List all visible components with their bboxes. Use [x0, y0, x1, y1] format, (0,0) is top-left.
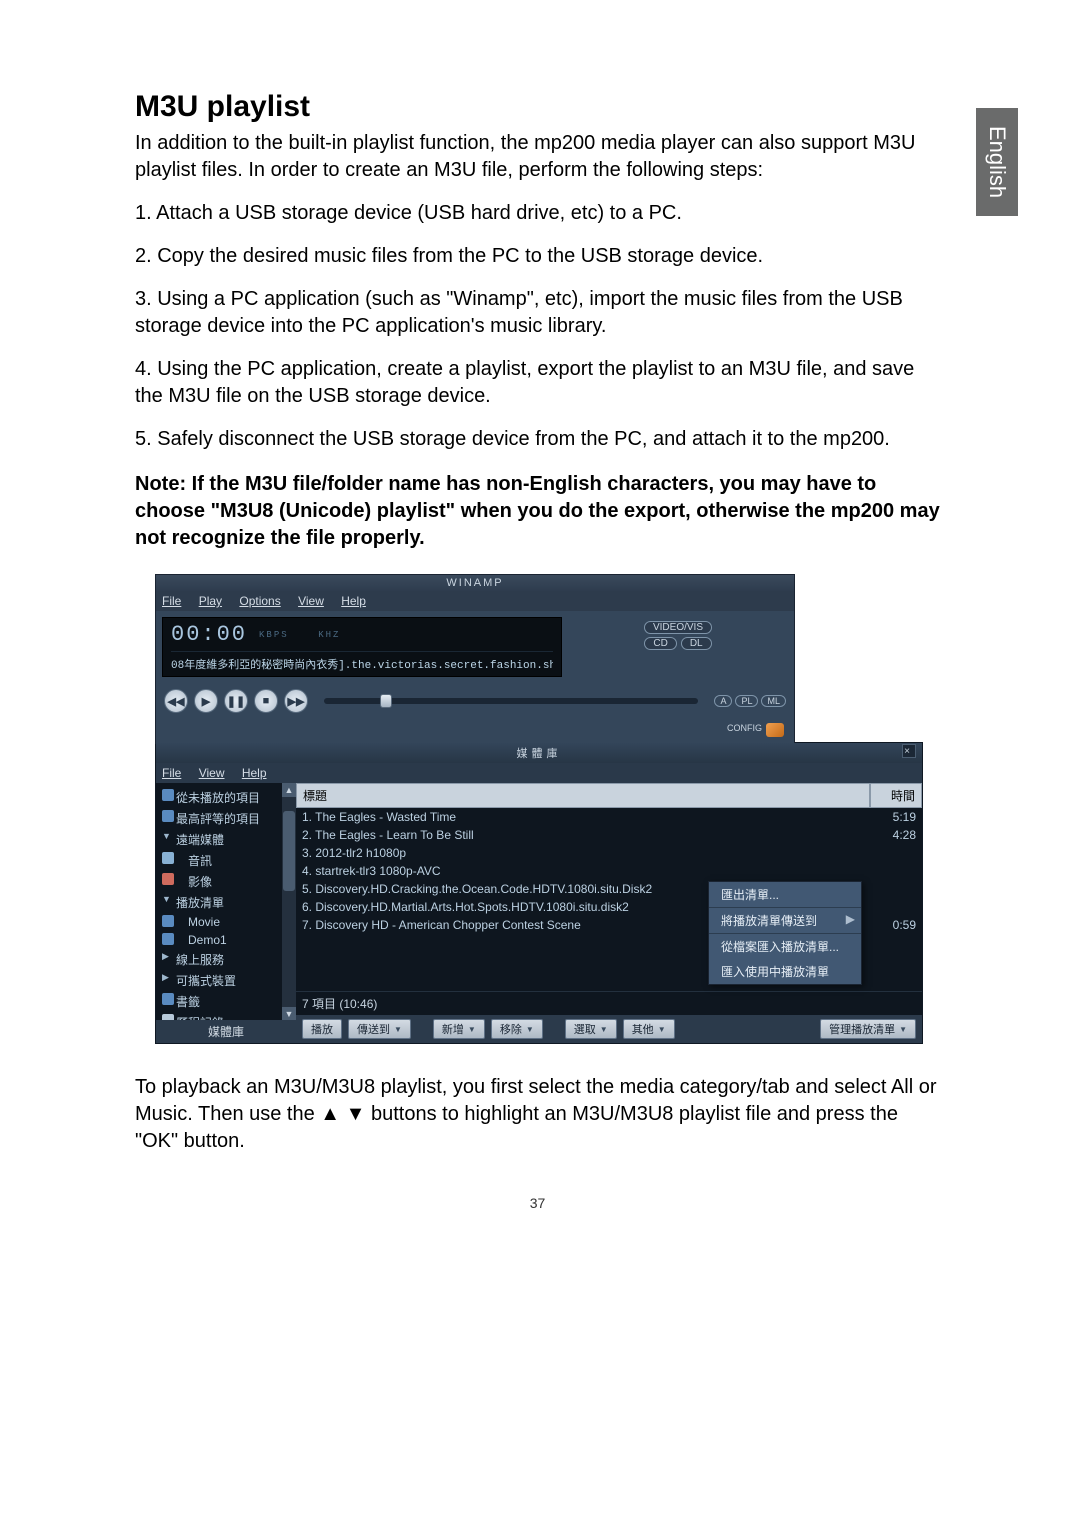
play-button[interactable]: ▶ — [194, 689, 218, 713]
tree-item: 書籤 — [158, 991, 294, 1012]
step-4: 4. Using the PC application, create a pl… — [135, 356, 940, 410]
winamp-time: 00:00 — [171, 622, 247, 647]
context-menu[interactable]: 匯出清單... 將播放清單傳送到▶ 從檔案匯入播放清單... 匯入使用中播放清單 — [708, 881, 862, 985]
tb-select[interactable]: 選取▼ — [565, 1019, 617, 1039]
tree-item: Movie — [158, 913, 294, 931]
config-label[interactable]: CONFIG — [727, 723, 762, 737]
scroll-down-icon[interactable]: ▼ — [282, 1007, 296, 1021]
list-item: 4. startrek-tlr3 1080p-AVC — [296, 862, 922, 880]
prev-button[interactable]: ◀◀ — [164, 689, 188, 713]
seek-handle[interactable] — [380, 694, 392, 708]
intro-text: In addition to the built-in playlist fun… — [135, 130, 940, 184]
winamp-main-window: WINAMP File Play Options View Help 00:00… — [155, 574, 795, 744]
step-5: 5. Safely disconnect the USB storage dev… — [135, 426, 940, 453]
dl-button[interactable]: DL — [681, 637, 712, 650]
scroll-thumb[interactable] — [283, 811, 295, 891]
library-toolbar: 播放 傳送到▼ 新增▼ 移除▼ 選取▼ 其他▼ 管理播放清單▼ — [296, 1015, 922, 1043]
lib-menu-view[interactable]: View — [199, 766, 225, 780]
tree-item: 影像 — [158, 871, 294, 892]
list-item: 1. The Eagles - Wasted Time5:19 — [296, 808, 922, 826]
page-number: 37 — [135, 1195, 940, 1211]
list-header: 標題 時間 — [296, 783, 922, 808]
tree-item: Demo1 — [158, 931, 294, 949]
page-title: M3U playlist — [135, 90, 940, 124]
next-button[interactable]: ▶▶ — [284, 689, 308, 713]
lib-menu-file[interactable]: File — [162, 766, 181, 780]
menu-help[interactable]: Help — [341, 594, 366, 608]
kbps-label: KBPS — [259, 630, 289, 640]
step-1: 1. Attach a USB storage device (USB hard… — [135, 200, 940, 227]
winamp-screenshot: WINAMP File Play Options View Help 00:00… — [155, 574, 920, 1044]
tb-play[interactable]: 播放 — [302, 1019, 342, 1039]
tree-item: 音訊 — [158, 850, 294, 871]
menu-play[interactable]: Play — [199, 594, 222, 608]
pl-button[interactable]: PL — [735, 695, 758, 707]
tb-new[interactable]: 新增▼ — [433, 1019, 485, 1039]
col-time[interactable]: 時間 — [870, 783, 922, 808]
skin-icon[interactable] — [766, 723, 784, 737]
step-2: 2. Copy the desired music files from the… — [135, 243, 940, 270]
close-icon[interactable]: × — [902, 744, 916, 758]
step-3: 3. Using a PC application (such as "Wina… — [135, 286, 940, 340]
tree-footer: 媒體庫 — [156, 1020, 296, 1043]
khz-label: KHZ — [318, 630, 340, 640]
tb-misc[interactable]: 其他▼ — [623, 1019, 675, 1039]
a-button[interactable]: A — [714, 695, 732, 707]
ml-button[interactable]: ML — [761, 695, 786, 707]
cd-button[interactable]: CD — [644, 637, 676, 650]
winamp-menubar: File Play Options View Help — [156, 591, 794, 611]
track-marquee: 08年度維多利亞的秘密時尚內衣秀].the.victorias.secret.f… — [171, 651, 553, 672]
col-title[interactable]: 標題 — [296, 783, 870, 808]
stop-button[interactable]: ■ — [254, 689, 278, 713]
media-library-window: 媒體庫 × File View Help 從未播放的項目 最高評等的項目 遠端媒… — [155, 742, 923, 1044]
seek-bar[interactable] — [324, 698, 698, 704]
winamp-titlebar[interactable]: WINAMP — [156, 575, 794, 591]
tree-item: 最高評等的項目 — [158, 808, 294, 829]
scroll-up-icon[interactable]: ▲ — [282, 783, 296, 797]
chevron-right-icon: ▶ — [846, 912, 855, 926]
list-item: 2. The Eagles - Learn To Be Still4:28 — [296, 826, 922, 844]
tree-item: 可攜式裝置 — [158, 970, 294, 991]
track-list[interactable]: 1. The Eagles - Wasted Time5:19 2. The E… — [296, 808, 922, 991]
menu-view[interactable]: View — [298, 594, 324, 608]
library-tree[interactable]: 從未播放的項目 最高評等的項目 遠端媒體 音訊 影像 播放清單 Movie De… — [156, 783, 296, 1043]
tree-item: 線上服務 — [158, 949, 294, 970]
closing-text: To playback an M3U/M3U8 playlist, you fi… — [135, 1074, 940, 1155]
tree-item: 遠端媒體 — [158, 829, 294, 850]
ctx-import-current[interactable]: 匯入使用中播放清單 — [709, 959, 861, 984]
winamp-display: 00:00 KBPS KHZ 08年度維多利亞的秘密時尚內衣秀].the.vic… — [162, 617, 562, 677]
list-item: 3. 2012-tlr2 h1080p — [296, 844, 922, 862]
pause-button[interactable]: ❚❚ — [224, 689, 248, 713]
library-titlebar[interactable]: 媒體庫 × — [156, 743, 922, 763]
library-menubar: File View Help — [156, 763, 922, 783]
status-bar: 7 項目 (10:46) — [296, 991, 922, 1015]
tree-item: 播放清單 — [158, 892, 294, 913]
ctx-export[interactable]: 匯出清單... — [709, 882, 861, 908]
tree-scrollbar[interactable]: ▲ ▼ — [282, 783, 296, 1021]
ctx-import-file[interactable]: 從檔案匯入播放清單... — [709, 934, 861, 959]
library-title: 媒體庫 — [517, 748, 562, 760]
menu-options[interactable]: Options — [239, 594, 280, 608]
ctx-sendto[interactable]: 將播放清單傳送到▶ — [709, 908, 861, 934]
video-vis-button[interactable]: VIDEO/VIS — [644, 621, 712, 634]
tree-item: 從未播放的項目 — [158, 787, 294, 808]
tb-enqueue[interactable]: 傳送到▼ — [348, 1019, 411, 1039]
tb-manage[interactable]: 管理播放清單▼ — [820, 1019, 916, 1039]
lib-menu-help[interactable]: Help — [242, 766, 267, 780]
language-tab: English — [976, 108, 1018, 216]
note-text: Note: If the M3U file/folder name has no… — [135, 471, 940, 552]
menu-file[interactable]: File — [162, 594, 181, 608]
tb-remove[interactable]: 移除▼ — [491, 1019, 543, 1039]
